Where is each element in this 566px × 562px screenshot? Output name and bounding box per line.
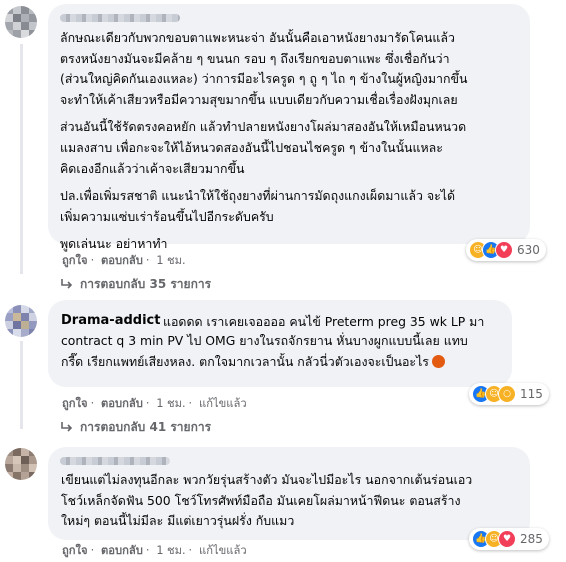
reply-button[interactable]: ตอบกลับ — [101, 544, 143, 557]
comment-actions: ถูกใจ · ตอบกลับ · 1 ชม. · แก้ไขแล้ว — [62, 397, 247, 410]
comment-text: ลักษณะเดียวกับพวกขอบตาแพะหนะจ่า อันนั้นค… — [60, 30, 468, 252]
reply-button[interactable]: ตอบกลับ — [101, 254, 143, 267]
edited-label[interactable]: แก้ไขแล้ว — [199, 544, 247, 557]
timestamp[interactable]: 1 ชม. — [156, 254, 185, 267]
reaction-count: 115 — [520, 387, 543, 401]
author-name[interactable] — [60, 14, 180, 22]
comment-actions: ถูกใจ · ตอบกลับ · 1 ชม. — [62, 254, 186, 267]
thread-line — [20, 341, 23, 429]
like-button[interactable]: ถูกใจ — [62, 397, 88, 410]
reaction-count: 630 — [517, 243, 540, 257]
love-icon: ♥ — [495, 241, 513, 259]
love-icon: ♥ — [498, 530, 516, 548]
avatar[interactable] — [5, 6, 37, 38]
thread-line — [20, 44, 23, 274]
view-replies-link[interactable]: การตอบกลับ 41 รายการ — [60, 418, 211, 437]
reaction-count: 285 — [520, 532, 543, 546]
avatar[interactable] — [5, 305, 37, 337]
edited-label[interactable]: แก้ไขแล้ว — [199, 397, 247, 410]
angry-emoji-icon — [431, 354, 445, 368]
comment-text: เขียนแต่ไม่ลงทุนอีกละ พวกวัยรุ่นสร้างตัว… — [61, 472, 473, 529]
timestamp[interactable]: 1 ชม. — [156, 544, 185, 557]
reply-button[interactable]: ตอบกลับ — [101, 397, 143, 410]
like-button[interactable]: ถูกใจ — [62, 544, 88, 557]
author-name[interactable]: Drama-addict — [61, 312, 160, 330]
reaction-summary[interactable]: ☺ 👍 ♥ 630 — [466, 239, 546, 261]
wow-icon: ○ — [498, 385, 516, 403]
comment-text: แอดดด เราเคยเจออออ คนไข้ Preterm preg 35… — [61, 314, 485, 369]
reaction-summary[interactable]: 👍 ☺ ○ 115 — [469, 383, 549, 405]
timestamp[interactable]: 1 ชม. — [156, 397, 185, 410]
comment-actions: ถูกใจ · ตอบกลับ · 1 ชม. · แก้ไขแล้ว — [62, 544, 247, 557]
reaction-summary[interactable]: 👍 ☺ ♥ 285 — [469, 528, 549, 550]
like-button[interactable]: ถูกใจ — [62, 254, 88, 267]
reply-arrow-icon — [61, 422, 73, 432]
reply-arrow-icon — [61, 279, 73, 289]
avatar[interactable] — [5, 448, 37, 480]
view-replies-link[interactable]: การตอบกลับ 35 รายการ — [60, 275, 211, 294]
author-name[interactable] — [60, 457, 170, 465]
